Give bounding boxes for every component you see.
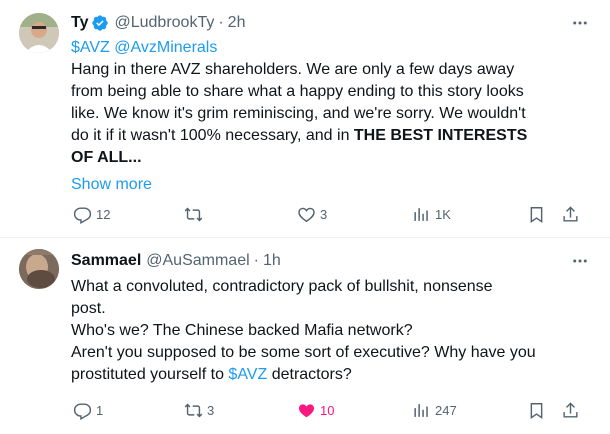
like-count: 3	[320, 206, 328, 222]
views-count: 1K	[435, 206, 451, 222]
avatar[interactable]	[19, 13, 59, 53]
text-line: do it if it wasn't 100% necessary, and i…	[71, 125, 586, 147]
text-line: from being able to share what a happy en…	[71, 83, 524, 100]
views-count: 247	[435, 402, 457, 418]
action-bar: 12 3 1K	[71, 202, 590, 226]
retweet-icon	[184, 403, 203, 417]
text-line: Who's we? The Chinese backed Mafia netwo…	[71, 322, 413, 339]
bookmark-icon	[530, 206, 543, 223]
views-button[interactable]: 1K	[412, 202, 451, 226]
reply-icon	[73, 206, 92, 224]
reply-button[interactable]: 12	[73, 202, 110, 226]
share-icon	[563, 401, 578, 418]
show-more-link[interactable]: Show more	[71, 174, 586, 196]
retweet-icon	[184, 207, 203, 221]
separator-dot: ·	[253, 252, 259, 269]
bookmark-button[interactable]	[527, 398, 546, 422]
heart-filled-icon	[298, 403, 315, 417]
text-line: post.	[71, 300, 106, 317]
text-line: Aren't you supposed to be some sort of e…	[71, 344, 536, 361]
bookmark-button[interactable]	[527, 202, 546, 226]
timestamp[interactable]: 2h	[228, 14, 246, 32]
retweet-count: 3	[207, 402, 215, 418]
tweet-text: $AVZ @AvzMinerals Hang in there AVZ shar…	[71, 37, 586, 196]
author-name[interactable]: Sammael	[71, 252, 141, 270]
more-options-icon[interactable]	[570, 12, 590, 34]
reply-button[interactable]: 1	[73, 398, 103, 422]
text-line: What a convoluted, contradictory pack of…	[71, 278, 493, 295]
tweet-header: Sammael @AuSammael · 1h	[71, 250, 590, 272]
text-line: like. We know it's grim reminiscing, and…	[71, 105, 526, 122]
author-handle[interactable]: @AuSammael	[146, 252, 249, 270]
share-button[interactable]	[561, 398, 580, 422]
views-icon	[414, 207, 428, 221]
reply-count: 12	[96, 206, 111, 222]
retweet-button[interactable]	[184, 202, 207, 226]
avatar[interactable]	[19, 249, 59, 289]
share-icon	[563, 205, 578, 222]
reply-count: 1	[96, 402, 104, 418]
bookmark-icon	[530, 402, 543, 419]
tweet[interactable]: Ty @LudbrookTy · 2h $AVZ @AvzMinerals Ha…	[0, 0, 610, 238]
retweet-button[interactable]: 3	[184, 398, 214, 422]
tweet-header: Ty @LudbrookTy · 2h	[71, 12, 590, 34]
cashtag-link[interactable]: $AVZ	[228, 366, 267, 383]
like-count: 10	[320, 402, 335, 418]
text-line: Hang in there AVZ shareholders. We are o…	[71, 61, 515, 78]
reply-icon	[73, 402, 92, 420]
tweet[interactable]: Sammael @AuSammael · 1h What a convolute…	[0, 238, 610, 434]
mention-link[interactable]: $AVZ @AvzMinerals	[71, 37, 586, 59]
author-name[interactable]: Ty	[71, 14, 88, 32]
bold-text: OF ALL...	[71, 149, 142, 166]
action-bar: 1 3 10 247	[71, 398, 590, 422]
timestamp[interactable]: 1h	[263, 252, 281, 270]
heart-icon	[298, 207, 315, 222]
verified-badge-icon	[92, 15, 109, 31]
author-handle[interactable]: @LudbrookTy	[114, 14, 214, 32]
like-button[interactable]: 3	[297, 202, 327, 226]
text-segment: prostituted yourself to	[71, 366, 229, 383]
views-icon	[414, 403, 428, 417]
text-line: prostituted yourself to $AVZ detractors?	[71, 364, 586, 386]
like-button[interactable]: 10	[297, 398, 334, 422]
share-button[interactable]	[561, 202, 580, 226]
views-button[interactable]: 247	[412, 398, 457, 422]
tweet-text: What a convoluted, contradictory pack of…	[71, 276, 586, 386]
more-options-icon[interactable]	[570, 250, 590, 272]
separator-dot: ·	[218, 14, 224, 31]
bold-text: THE BEST INTERESTS	[353, 127, 528, 144]
text-segment: do it if it wasn't 100% necessary, and i…	[71, 127, 354, 144]
text-segment: detractors?	[267, 366, 352, 383]
